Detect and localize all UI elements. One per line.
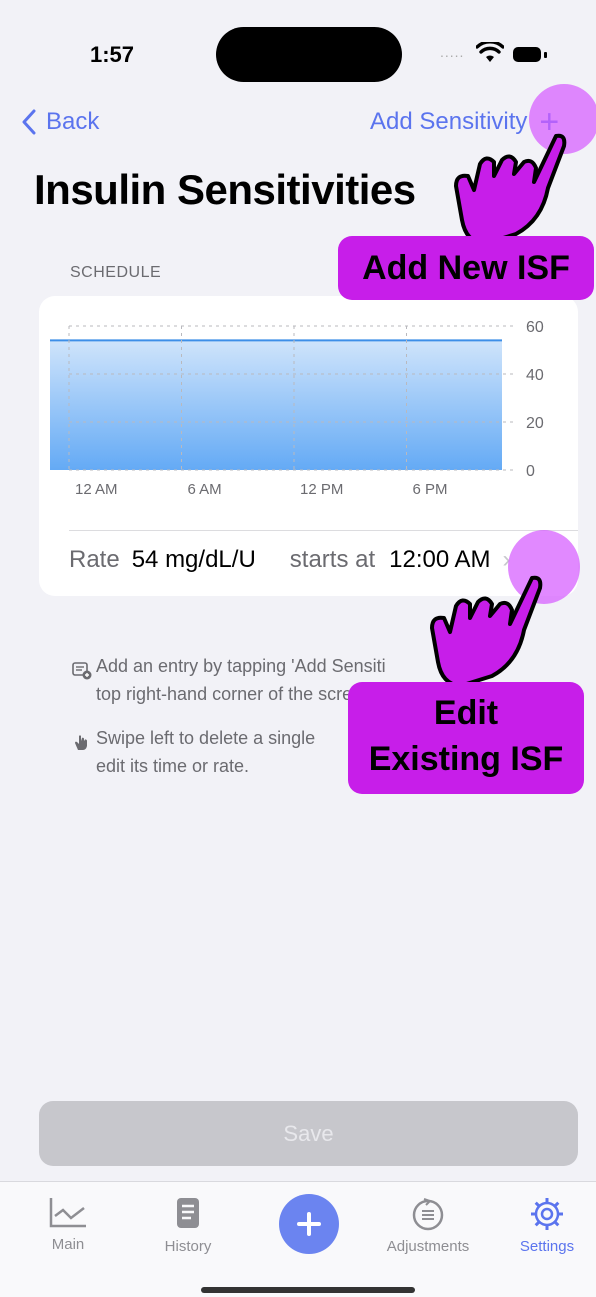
tab-main-label: Main [51,1236,85,1253]
tab-history[interactable]: History [128,1196,248,1255]
pointing-hand-icon [454,133,567,246]
schedule-card: 60 40 20 0 12 AM 6 AM 12 PM 6 PM Rate 54 mg/dL/… [39,296,578,596]
chevron-left-icon [22,109,36,135]
save-button[interactable]: Save [39,1101,578,1166]
x-tick-label: 12 AM [75,481,118,498]
y-tick-label: 40 [526,367,544,384]
back-label: Back [46,108,100,135]
cellular-icon: ..... [440,44,465,60]
tab-adjustments-label: Adjustments [386,1238,470,1255]
hint-swipe-line2: edit its time or rate. [96,756,250,776]
hint-add-line1: Add an entry by tapping 'Add Sensiti [96,656,386,676]
tab-adjustments[interactable]: Adjustments [368,1196,488,1255]
schedule-entry-row[interactable]: Rate 54 mg/dL/U starts at 12:00 AM › [69,546,569,574]
tab-main[interactable]: Main [8,1196,128,1253]
swipe-hand-icon [75,735,87,750]
add-entry-icon [72,662,92,680]
rate-label: Rate [69,546,120,573]
plus-icon [297,1212,321,1236]
divider [69,530,578,531]
y-tick-label: 0 [526,463,535,480]
wifi-icon [476,42,504,62]
rate-value: 54 mg/dL/U [131,546,256,573]
chart-line-icon [49,1198,86,1228]
section-header: SCHEDULE [70,264,162,281]
area-fill [50,340,502,470]
tab-settings-label: Settings [519,1238,575,1255]
schedule-chart: 60 40 20 0 12 AM 6 AM 12 PM 6 PM [50,319,544,498]
status-time: 1:57 [90,42,135,67]
y-tick-label: 60 [526,319,544,336]
add-treatment-button[interactable] [279,1194,339,1254]
tab-history-label: History [164,1238,212,1255]
start-time-value: 12:00 AM [389,546,491,573]
back-button[interactable]: Back [22,108,99,136]
edit-callout-line2: Existing ISF [368,740,564,778]
x-tick-label: 12 PM [300,481,343,498]
edit-callout-line1: Edit [433,694,499,732]
adjustments-icon [412,1198,444,1231]
x-tick-label: 6 AM [188,481,222,498]
y-tick-label: 20 [526,415,544,432]
home-indicator [201,1287,415,1293]
pointing-hand-icon [430,575,543,688]
dynamic-island [216,27,402,82]
starts-at-label: starts at [289,546,376,573]
edit-existing-isf-callout: Edit Existing ISF [348,682,584,794]
gear-icon [531,1198,563,1230]
add-new-isf-callout: Add New ISF [338,236,594,300]
save-label: Save [283,1120,334,1146]
tab-settings[interactable]: Settings [487,1196,596,1255]
document-icon [177,1198,199,1228]
page-title: Insulin Sensitivities [34,166,416,213]
x-tick-label: 6 PM [413,481,448,498]
hint-swipe-line1: Swipe left to delete a single [96,728,316,748]
battery-icon [513,47,547,62]
